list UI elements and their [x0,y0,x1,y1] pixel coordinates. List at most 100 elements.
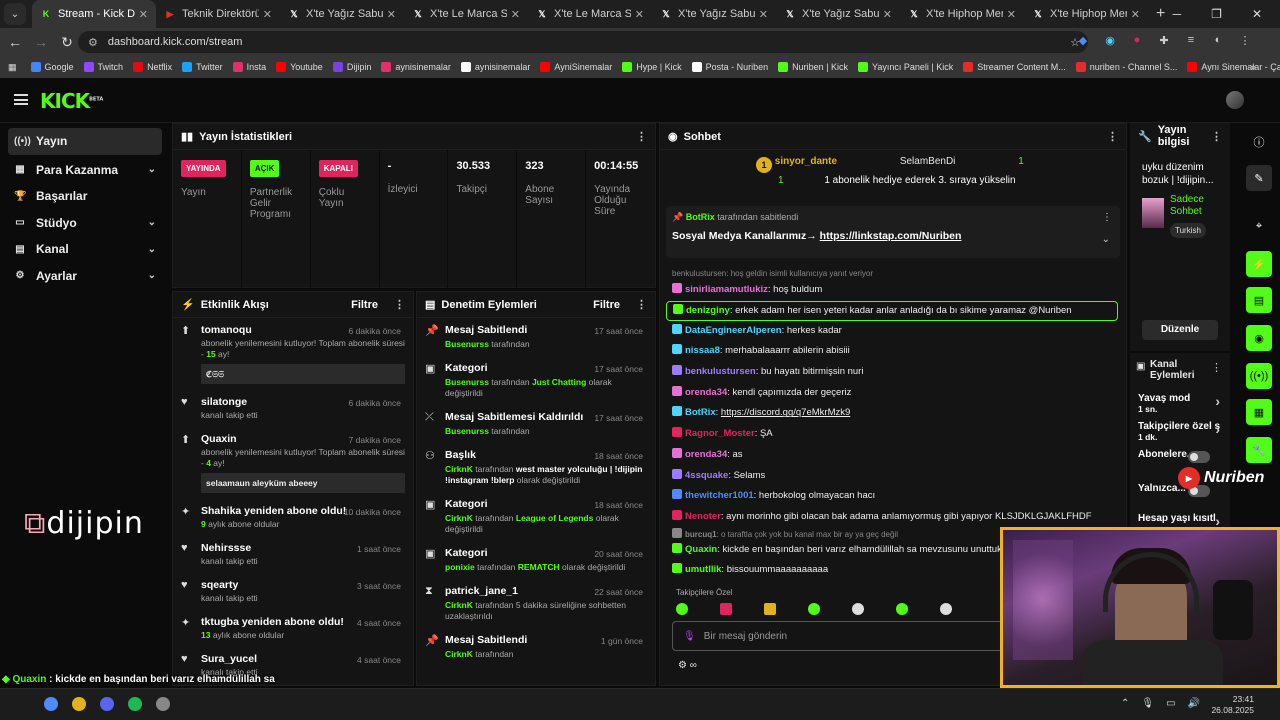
media-icon[interactable]: ≡ [1184,33,1198,47]
chevron-down-icon[interactable]: ⌄ [148,164,156,175]
gift-other-user[interactable]: SelamBenDi [900,156,956,167]
chat-username[interactable]: 4ssquake [685,470,728,481]
menu-icon[interactable] [14,94,28,105]
bookmark-item[interactable]: Hype | Kick [622,62,682,72]
network-icon[interactable]: ▭ [1166,698,1175,709]
sidebar-item-1[interactable]: ▦ Para Kazanma ⌄ [0,157,170,184]
bookmark-item[interactable]: Dijipin [332,62,371,72]
bookmark-item[interactable]: Nuriben | Kick [778,62,848,72]
channel-action-item[interactable]: Hesap yaşı kısıtl › [1138,513,1222,528]
tray-chevron-icon[interactable]: ⌃ [1121,698,1129,709]
bookmark-item[interactable]: Streamer Content M... [963,62,1066,72]
bookmark-item[interactable]: Yayıncı Paneli | Kick [858,62,953,72]
info-icon[interactable]: ⓘ [1246,129,1272,155]
document-icon[interactable]: ▤ [1246,287,1272,313]
broadcast-icon[interactable]: ((•)) [1246,363,1272,389]
volume-icon[interactable]: 🔊 [1188,698,1200,709]
moderation-user[interactable]: CirknK [445,600,473,610]
close-window-button[interactable]: ✕ [1252,7,1262,21]
tab-close-icon[interactable]: ✕ [263,8,272,21]
chat-username[interactable]: burcuq1 [685,530,717,539]
chevron-down-icon[interactable]: ⌄ [148,217,156,228]
bolt-icon[interactable]: ⚡ [1246,251,1272,277]
moderation-user[interactable]: Busenurss [445,339,489,349]
tab-close-icon[interactable]: ✕ [635,8,644,21]
moderation-user[interactable]: CirknK [445,513,473,523]
unpin-icon[interactable]: ⋮ [1102,212,1112,223]
channel-action-item[interactable]: Abonelere... [1138,449,1222,463]
moderation-user[interactable]: CirknK [445,464,473,474]
stream-category[interactable]: Sadece Sohbet [1170,194,1230,218]
browser-tab[interactable]: 𝕏 X'te Le Marca Sports ✕ [404,0,528,28]
kick-logo[interactable]: KICKBETA [40,89,103,113]
chat-username[interactable]: orenda34 [685,449,727,460]
chat-username[interactable]: orenda34 [685,387,727,398]
pencil-icon[interactable]: ✎ [1246,165,1272,191]
apps-grid-icon[interactable]: ▦ [8,62,17,73]
tab-close-icon[interactable]: ✕ [387,8,396,21]
chevron-right-icon[interactable]: › [1215,514,1220,528]
edit-stream-button[interactable]: Düzenle [1142,320,1218,340]
moderation-menu-icon[interactable]: ⋮ [636,298,647,311]
stats-icon[interactable]: ▦ [1246,399,1272,425]
reload-button[interactable]: ↻ [54,34,80,51]
bookmarks-overflow-icon[interactable]: » [1251,62,1256,72]
chat-settings-icon[interactable]: ⚙ ∞ [678,660,697,671]
emote-7[interactable] [940,603,952,615]
sync-extension-icon[interactable]: ◉ [1103,33,1117,47]
mic-tray-icon[interactable]: 🎙 [1141,698,1154,709]
browser-tab[interactable]: 𝕏 X'te Yağız Sabuncuoğ ✕ [652,0,776,28]
channel-action-item[interactable]: Takipçilere özel s1 dk. › [1138,421,1222,443]
moderation-filter-button[interactable]: Filtre [593,299,620,311]
chat-username[interactable]: Nenoter [685,511,721,522]
bookmark-item[interactable]: Youtube [276,62,323,72]
crosshair-icon[interactable]: ⌖ [1246,213,1272,239]
chevron-down-icon[interactable]: ⌄ [148,270,156,281]
bookmark-item[interactable]: Insta [232,62,266,72]
browser-tab[interactable]: 𝕏 X'te Hiphop Merkezi ✕ [1024,0,1148,28]
emote-1[interactable] [676,603,688,615]
chevron-right-icon[interactable]: › [1215,422,1220,436]
sidebar-item-4[interactable]: ▤ Kanal ⌄ [0,236,170,263]
chat-username[interactable]: Quaxin [685,544,717,555]
chat-username[interactable]: umutllik [685,564,721,575]
bookmark-item[interactable]: Twitter [182,62,223,72]
chevron-right-icon[interactable]: › [1215,394,1220,408]
discord-icon[interactable] [100,697,114,711]
sidebar-item-3[interactable]: ▭ Stüdyo ⌄ [0,210,170,237]
profile-icon[interactable]: ◐ [1211,33,1225,47]
avatar[interactable] [1226,91,1244,109]
bookmark-item[interactable]: aynisinemalar [460,62,530,72]
bookmark-item[interactable]: Netflix [133,62,172,72]
tab-close-icon[interactable]: ✕ [1007,8,1016,21]
browser-tab[interactable]: ▶ Teknik Direktörümüz ✕ [156,0,280,28]
chat-username[interactable]: nissaa8 [685,345,720,356]
bookmark-item[interactable]: AyniSinemalar [540,62,612,72]
chat-username[interactable]: Ragnor_Moster [685,428,755,439]
stats-menu-icon[interactable]: ⋮ [636,130,647,143]
emote-5[interactable] [852,603,864,615]
site-settings-icon[interactable]: ⚙ [88,36,98,49]
tab-close-icon[interactable]: ✕ [1131,8,1140,21]
spotify-icon[interactable] [128,697,142,711]
sidebar-item-2[interactable]: 🏆 Başarılar [0,183,170,210]
emote-6[interactable] [896,603,908,615]
clock[interactable]: 23:41 26.08.2025 [1211,694,1254,716]
bookmark-item[interactable]: Posta - Nuriben [691,62,768,72]
chat-username[interactable]: denizginy [686,305,730,316]
browser-tab[interactable]: K Stream - Kick Dashboard ✕ [32,0,156,28]
activity-menu-icon[interactable]: ⋮ [394,298,405,311]
bookmark-item[interactable]: Google [30,62,74,72]
sidebar-item-0[interactable]: ((•)) Yayın [8,128,162,155]
chat-username[interactable]: thewitcher1001 [685,490,754,501]
channel-actions-menu-icon[interactable]: ⋮ [1211,361,1222,374]
browser-tab[interactable]: 𝕏 X'te Hiphop Merkezi ✕ [900,0,1024,28]
chat-menu-icon[interactable]: ⋮ [1107,130,1118,143]
sidebar-item-5[interactable]: ⚙ Ayarlar ⌄ [0,263,170,290]
browser-tab[interactable]: 𝕏 X'te Yağız Sabuncuoğ ✕ [776,0,900,28]
maximize-button[interactable]: ❐ [1211,7,1222,21]
files-icon[interactable] [44,697,58,711]
tab-close-icon[interactable]: ✕ [511,8,520,21]
chat-username[interactable]: DataEngineerAlperen [685,325,782,336]
bookmark-item[interactable]: aynisinemalar [381,62,451,72]
